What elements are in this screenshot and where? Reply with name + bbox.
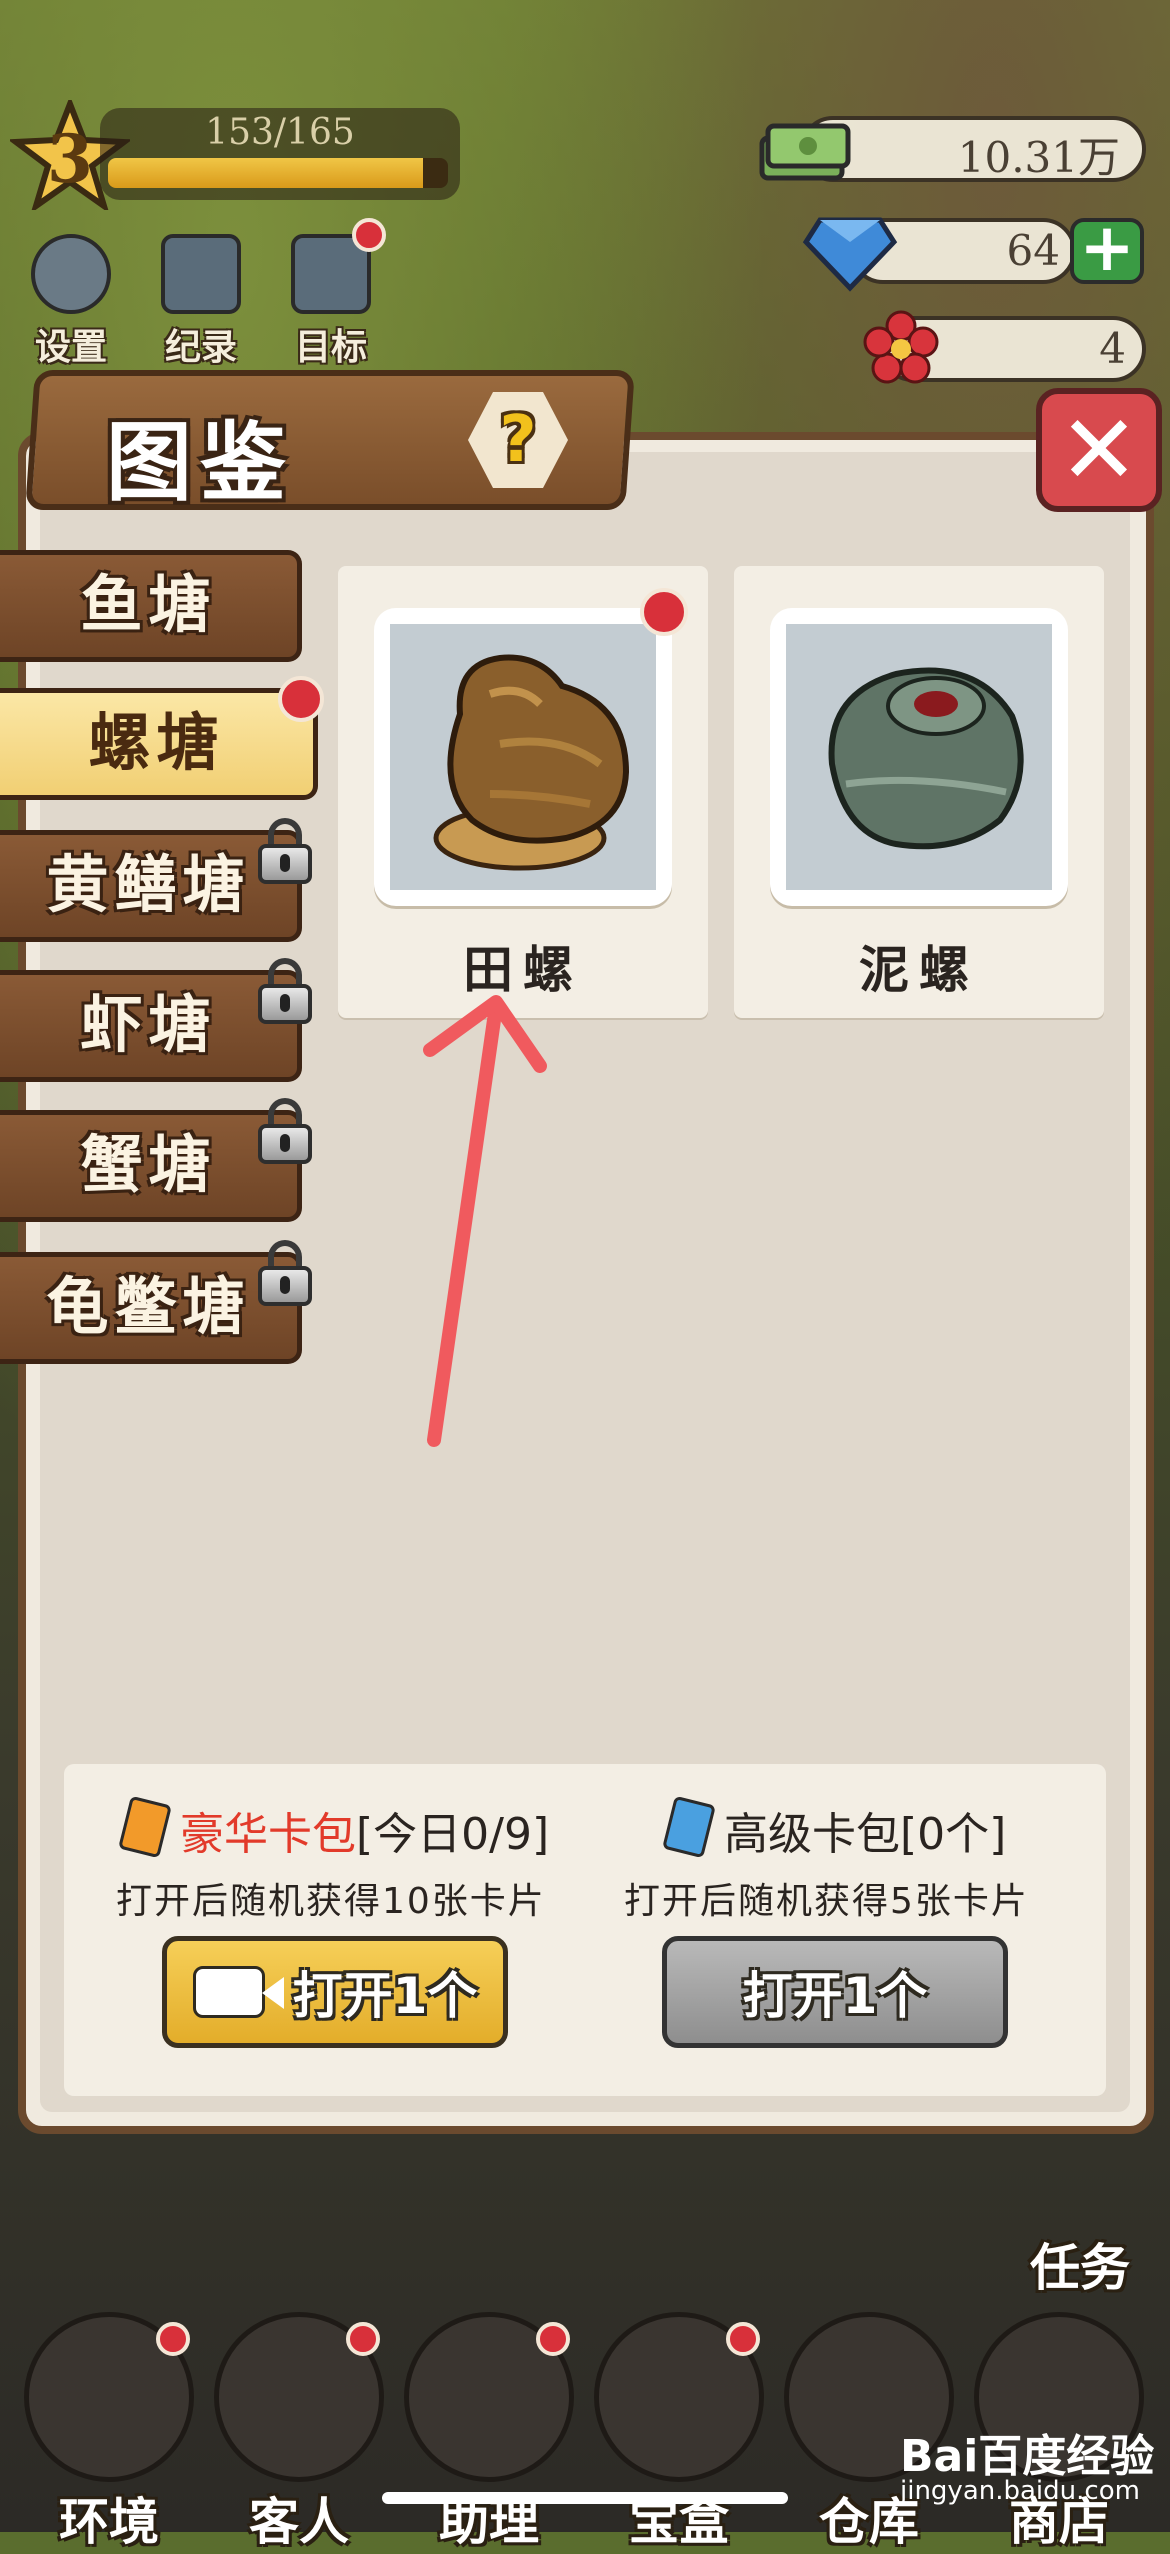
card-name: 泥螺 (859, 941, 979, 999)
lock-icon (258, 958, 312, 1024)
tab-shrimp-pond[interactable]: 虾塘 (0, 970, 302, 1082)
tab-eel-pond[interactable]: 黄鳝塘 (0, 830, 302, 942)
tab-turtle-pond[interactable]: 龟鳖塘 (0, 1252, 302, 1364)
mud-snail-icon (828, 667, 1024, 850)
records-button[interactable]: 纪录 (146, 234, 256, 370)
luxury-pack-name: 豪华卡包 (180, 1809, 356, 1860)
xp-progress-track (108, 158, 448, 188)
gem-value: 64 (1006, 226, 1060, 275)
xp-progress-fill (108, 158, 424, 188)
advanced-pack-title: 高级卡包[0个] (724, 1798, 1006, 1862)
watermark-brand: Bai百度经验 (900, 2431, 1155, 2482)
settings-label: 设置 (34, 327, 107, 368)
nav-notification-dot (536, 2322, 570, 2356)
open-luxury-pack-button[interactable]: 打开1个 (162, 1936, 508, 2048)
advanced-pack-desc: 打开后随机获得5张卡片 (624, 1881, 1029, 1922)
open-advanced-pack-button[interactable]: 打开1个 (662, 1936, 1008, 2048)
red-flower-icon (863, 310, 939, 384)
level-number: 3 (47, 120, 93, 198)
home-indicator[interactable] (382, 2492, 788, 2504)
field-snail-icon (433, 654, 630, 871)
close-icon: ✕ (1058, 394, 1140, 506)
nav-notification-dot (346, 2322, 380, 2356)
luxury-pack-count: [今日0/9] (356, 1809, 550, 1860)
add-gems-button[interactable]: + (1070, 215, 1144, 284)
records-label: 纪录 (164, 327, 237, 368)
money-value: 10.31万 (957, 133, 1120, 182)
question-mark-icon: ? (499, 403, 537, 477)
card-field-snail[interactable]: 田螺 (338, 566, 708, 1018)
flower-value: 4 (1099, 324, 1126, 373)
lock-icon (258, 1240, 312, 1306)
cash-stack-icon (759, 123, 851, 181)
nav-label: 环境 (59, 2493, 159, 2551)
video-ad-icon (192, 1966, 284, 2018)
settings-button[interactable]: 设置 (16, 234, 126, 370)
card-mud-snail[interactable]: 泥螺 (734, 566, 1104, 1018)
open-advanced-pack-label: 打开1个 (742, 1967, 928, 2025)
task-button[interactable]: 任务 (1010, 2228, 1150, 2300)
open-luxury-pack-label: 打开1个 (292, 1967, 478, 2025)
panel-title: 图鉴 (106, 413, 294, 513)
card-image-frame (374, 608, 672, 906)
snail-tab-notification-dot (278, 676, 324, 722)
advanced-pack-name: 高级卡包 (724, 1809, 900, 1860)
card-image-frame (770, 608, 1068, 906)
annotation-arrow-icon (423, 995, 547, 1447)
nav-label: 客人 (249, 2493, 349, 2551)
luxury-pack-title: 豪华卡包[今日0/9] (180, 1798, 549, 1862)
watermark-url: jingyan.baidu.com (900, 2476, 1140, 2506)
lock-icon (258, 1098, 312, 1164)
luxury-pack-desc: 打开后随机获得10张卡片 (116, 1881, 546, 1922)
tab-snail-pond[interactable]: 螺塘 (0, 688, 318, 800)
close-button[interactable]: ✕ (1036, 388, 1162, 512)
advanced-pack-count: [0个] (900, 1809, 1007, 1860)
goals-label: 目标 (294, 327, 367, 368)
gear-icon (31, 234, 111, 314)
tab-fish-pond[interactable]: 鱼塘 (0, 550, 302, 662)
goals-notification-dot (352, 218, 386, 252)
xp-text: 153/165 (205, 112, 355, 153)
notebook-icon (161, 234, 241, 314)
tab-crab-pond[interactable]: 蟹塘 (0, 1110, 302, 1222)
goals-button[interactable]: 目标 (276, 234, 386, 370)
lock-icon (258, 818, 312, 884)
new-card-notification-dot (640, 588, 688, 636)
nav-notification-dot (156, 2322, 190, 2356)
nav-notification-dot (726, 2322, 760, 2356)
